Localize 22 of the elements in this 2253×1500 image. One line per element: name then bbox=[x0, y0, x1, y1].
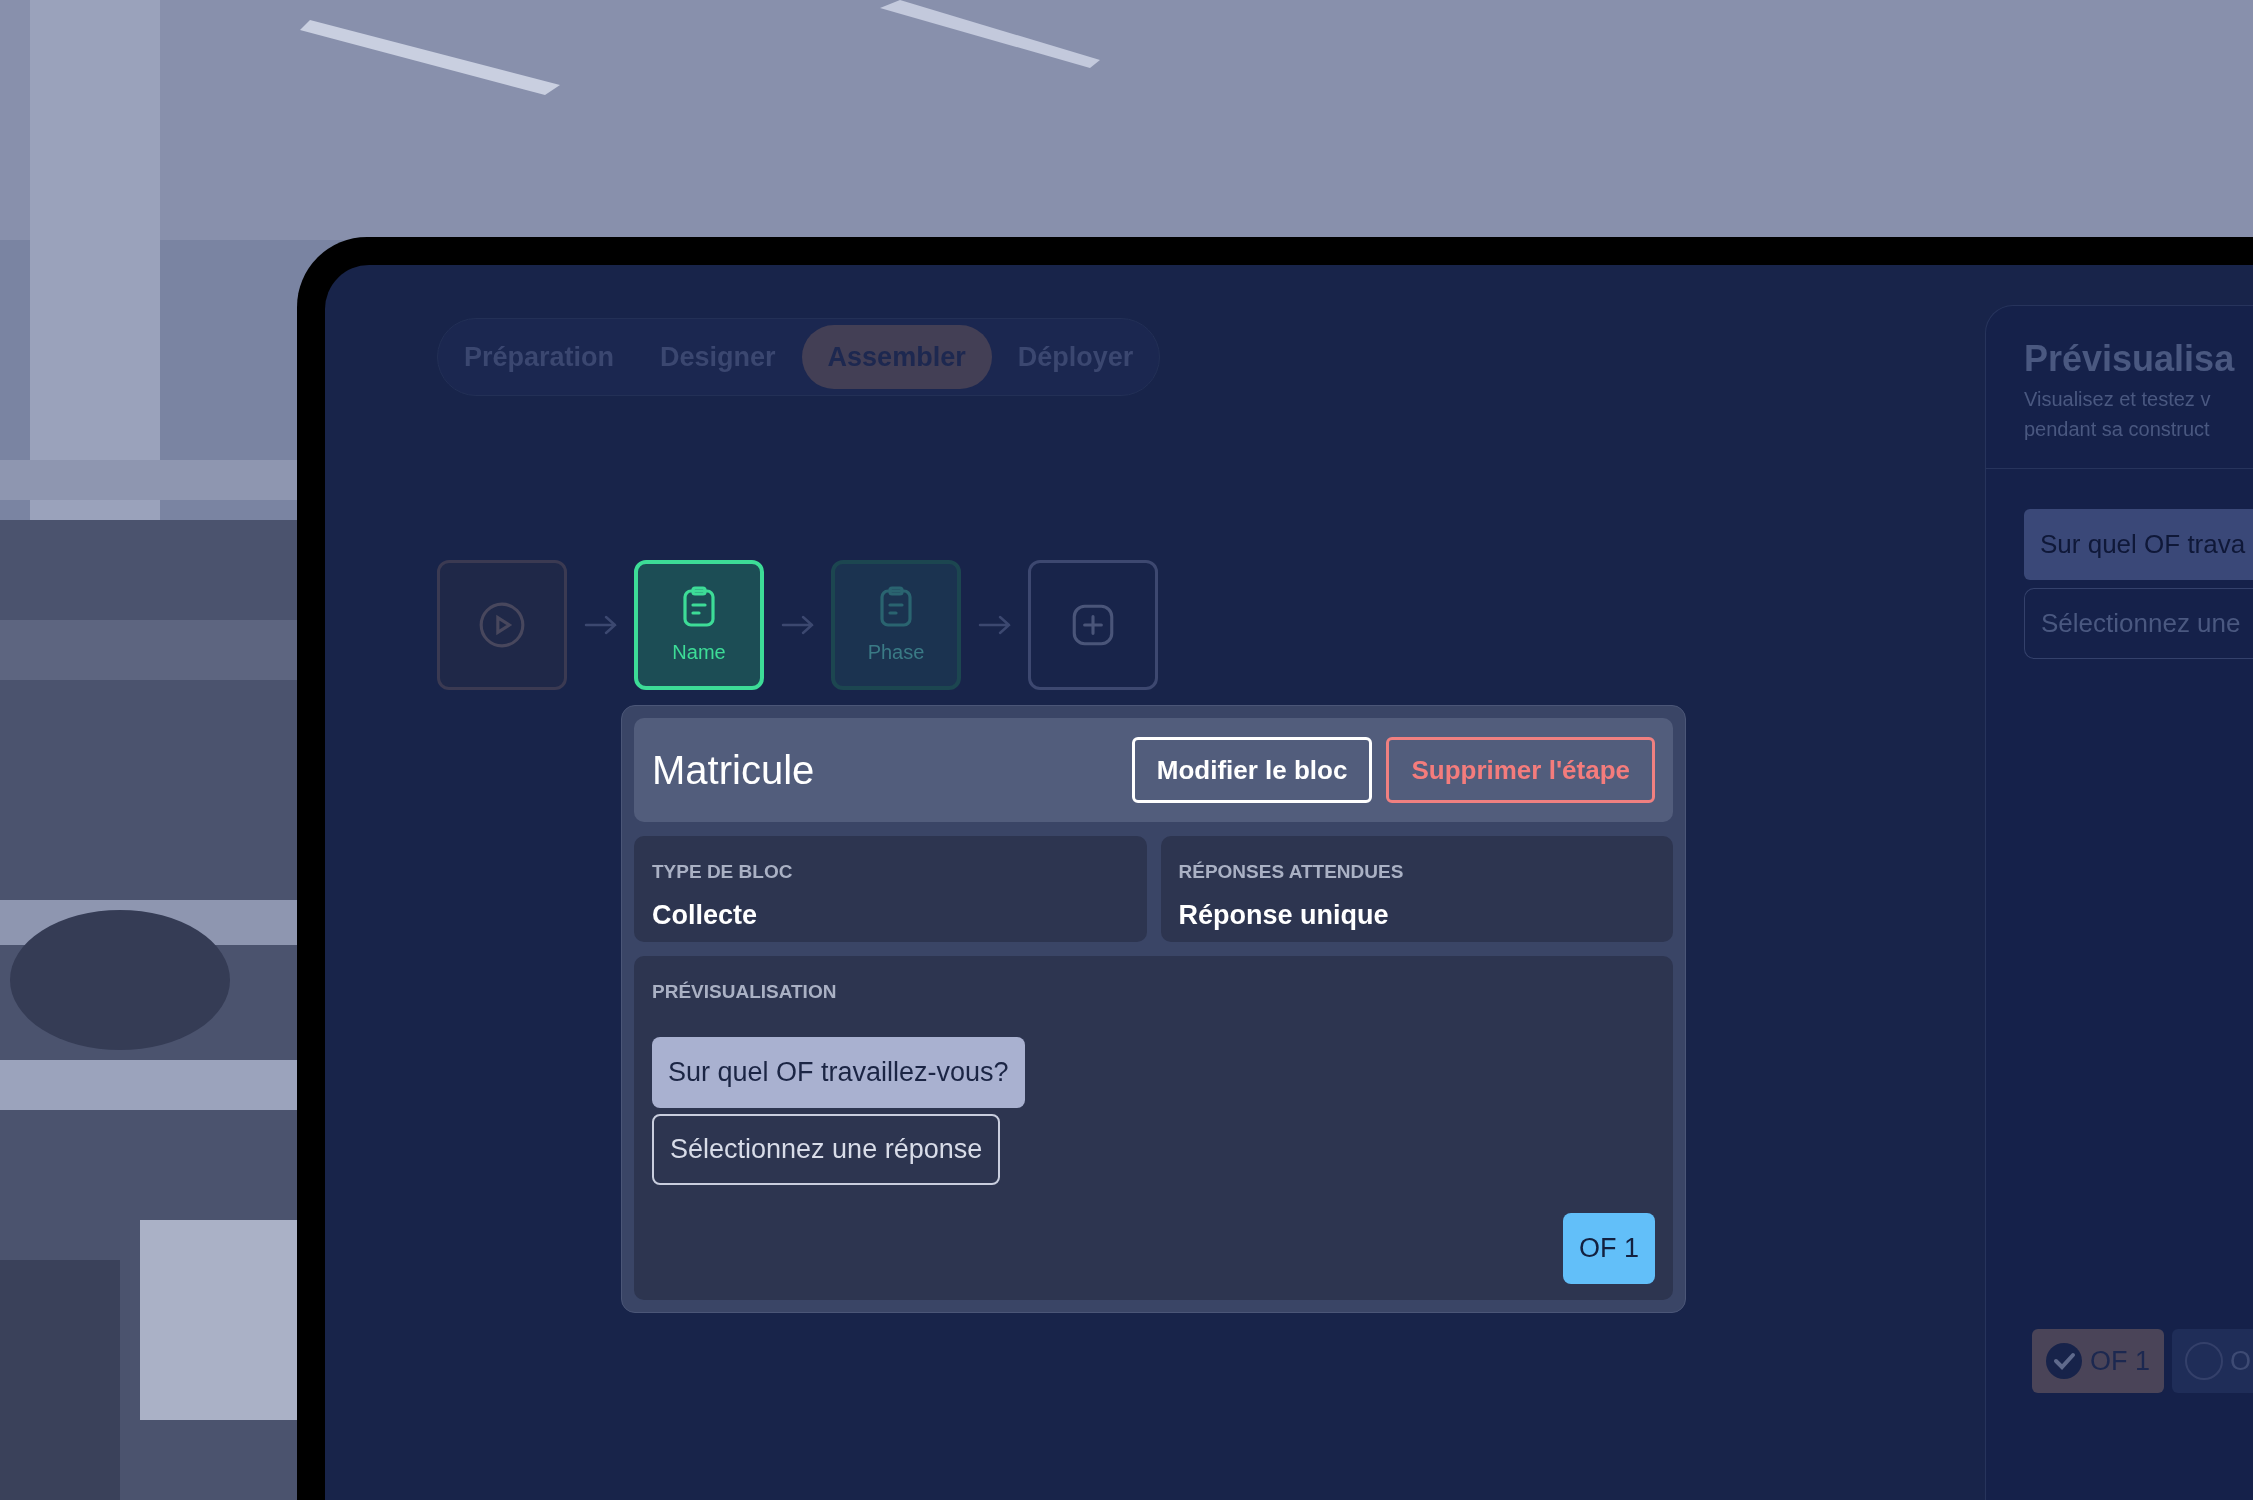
add-step-button[interactable] bbox=[1028, 560, 1158, 690]
answer-chip[interactable]: OF 1 bbox=[1563, 1212, 1655, 1284]
arrow-icon bbox=[583, 615, 618, 635]
block-title: Matricule bbox=[652, 747, 815, 794]
delete-step-button[interactable]: Supprimer l'étape bbox=[1386, 737, 1655, 803]
arrow-icon bbox=[780, 615, 815, 635]
field-value: Collecte bbox=[652, 898, 759, 932]
step-label: Phase bbox=[867, 640, 925, 665]
field-value: Réponse unique bbox=[1178, 898, 1390, 932]
field-label: RÉPONSES ATTENDUES bbox=[1178, 860, 1405, 884]
edit-block-button[interactable]: Modifier le bloc bbox=[1131, 737, 1373, 803]
play-icon bbox=[477, 600, 527, 650]
arrow-icon bbox=[977, 615, 1012, 635]
question-bubble: Sur quel OF trava bbox=[2024, 509, 2253, 580]
answer-select[interactable]: Sélectionnez une réponse bbox=[652, 1113, 1001, 1185]
section-label: PRÉVISUALISATION bbox=[652, 980, 838, 1004]
step-label: Name bbox=[672, 640, 726, 665]
block-step[interactable]: Name bbox=[634, 560, 764, 690]
question-bubble: Sur quel OF travaillez-vous? bbox=[652, 1036, 1025, 1108]
field-label: TYPE DE BLOC bbox=[652, 860, 794, 884]
block-step[interactable]: Phase bbox=[831, 560, 961, 690]
start-step[interactable] bbox=[437, 560, 567, 690]
